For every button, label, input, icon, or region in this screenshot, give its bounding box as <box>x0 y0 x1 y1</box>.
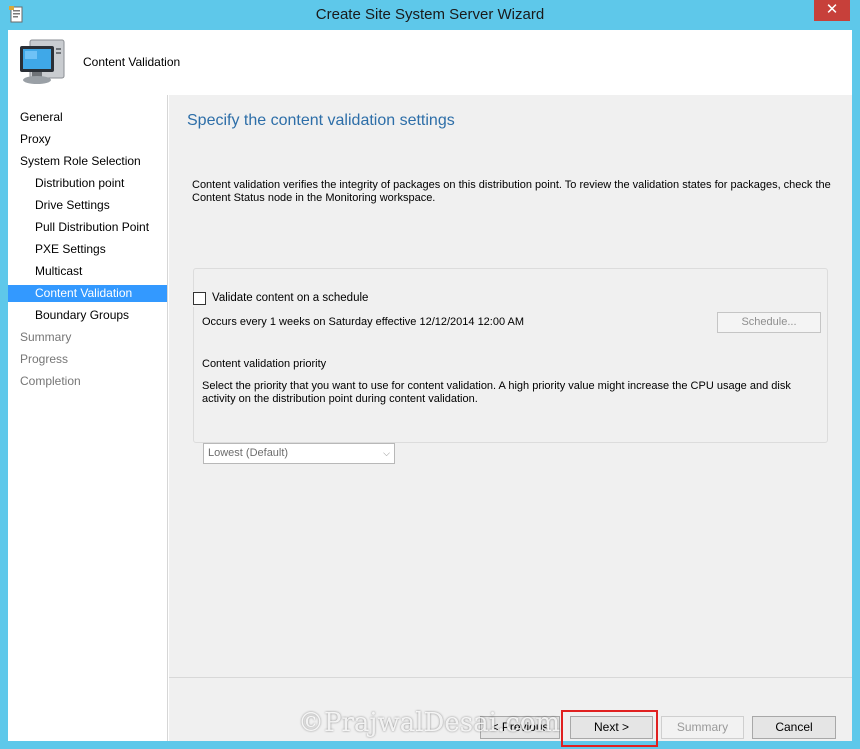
nav-item-general[interactable]: General <box>8 109 167 126</box>
nav-item-drive-settings[interactable]: Drive Settings <box>8 197 167 214</box>
schedule-button[interactable]: Schedule... <box>717 312 821 333</box>
nav-item-pull-distribution-point[interactable]: Pull Distribution Point <box>8 219 167 236</box>
content-pane: Specify the content validation settings … <box>169 95 852 747</box>
page-header-title: Content Validation <box>83 55 181 69</box>
cancel-button[interactable]: Cancel <box>752 716 836 739</box>
chevron-down-icon[interactable]: ⌵ <box>383 444 390 463</box>
title-bar[interactable]: Create Site System Server Wizard ✕ <box>0 0 860 30</box>
schedule-summary-text: Occurs every 1 weeks on Saturday effecti… <box>202 316 525 328</box>
nav-item-boundary-groups[interactable]: Boundary Groups <box>8 307 167 324</box>
priority-select-value: Lowest (Default) <box>208 447 289 459</box>
nav-item-progress: Progress <box>20 352 69 366</box>
close-button[interactable]: ✕ <box>814 0 850 21</box>
next-button[interactable]: Next > <box>570 716 653 739</box>
wizard-nav: General Proxy System Role Selection Dist… <box>8 95 168 741</box>
summary-button: Summary <box>661 716 744 739</box>
wizard-client-area: Content Validation General Proxy System … <box>8 30 852 747</box>
validate-schedule-checkbox[interactable] <box>193 292 206 305</box>
wizard-header: Content Validation <box>8 30 852 95</box>
window-title: Create Site System Server Wizard <box>315 6 545 23</box>
copyright-watermark: ©PrajwalDesai.com <box>298 708 561 738</box>
validate-schedule-row[interactable]: Validate content on a schedule <box>193 291 368 307</box>
nav-item-multicast[interactable]: Multicast <box>8 263 167 280</box>
priority-select[interactable]: Lowest (Default) ⌵ <box>203 443 395 464</box>
nav-item-distribution-point[interactable]: Distribution point <box>8 175 167 192</box>
wizard-window: Create Site System Server Wizard ✕ Conte… <box>0 0 860 749</box>
nav-item-completion: Completion <box>20 374 81 388</box>
nav-item-system-role-selection[interactable]: System Role Selection <box>8 153 167 170</box>
nav-item-pxe-settings[interactable]: PXE Settings <box>8 241 167 258</box>
page-description: Content validation verifies the integrit… <box>192 179 831 204</box>
validate-schedule-label[interactable]: Validate content on a schedule <box>212 291 368 306</box>
nav-item-proxy[interactable]: Proxy <box>8 131 167 148</box>
priority-description: Select the priority that you want to use… <box>202 380 791 405</box>
computer-icon <box>20 39 65 84</box>
nav-item-summary: Summary <box>20 330 72 344</box>
nav-item-content-validation[interactable]: Content Validation <box>8 285 167 302</box>
page-title: Specify the content validation settings <box>187 112 455 129</box>
priority-label: Content validation priority <box>202 358 327 370</box>
